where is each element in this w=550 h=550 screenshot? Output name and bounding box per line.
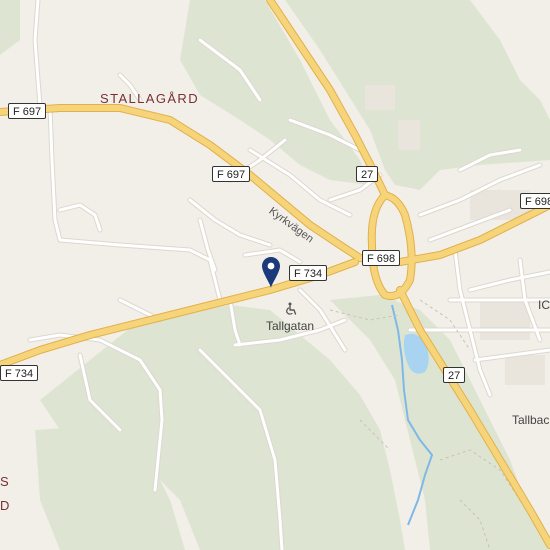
road-shield-f698-east: F 698: [520, 193, 550, 209]
place-label-ic: IC: [538, 298, 550, 312]
place-label-stallagard: STALLAGÅRD: [100, 91, 200, 106]
place-label-d: D: [0, 498, 11, 513]
road-shield-f697-west: F 697: [8, 103, 47, 119]
place-label-tallbac: Tallbac: [512, 413, 550, 427]
map-canvas[interactable]: STALLAGÅRD Tallgatan Tallbac IC S D Kyrk…: [0, 0, 550, 550]
road-shield-27-north: 27: [356, 166, 379, 182]
place-label-s: S: [0, 474, 11, 489]
place-label-tallgatan: Tallgatan: [266, 319, 315, 333]
wheelchair-icon[interactable]: [285, 302, 299, 321]
wheelchair-icon-glyph: [286, 302, 297, 315]
road-shield-f698-central: F 698: [362, 250, 401, 266]
road-shield-f734-west: F 734: [0, 365, 39, 381]
location-pin-glyph: [262, 257, 280, 288]
road-shield-f734-central: F 734: [289, 265, 328, 281]
road-shield-27-south: 27: [443, 367, 466, 383]
road-shield-f697-central: F 697: [212, 166, 251, 182]
location-pin-icon[interactable]: [262, 257, 280, 294]
